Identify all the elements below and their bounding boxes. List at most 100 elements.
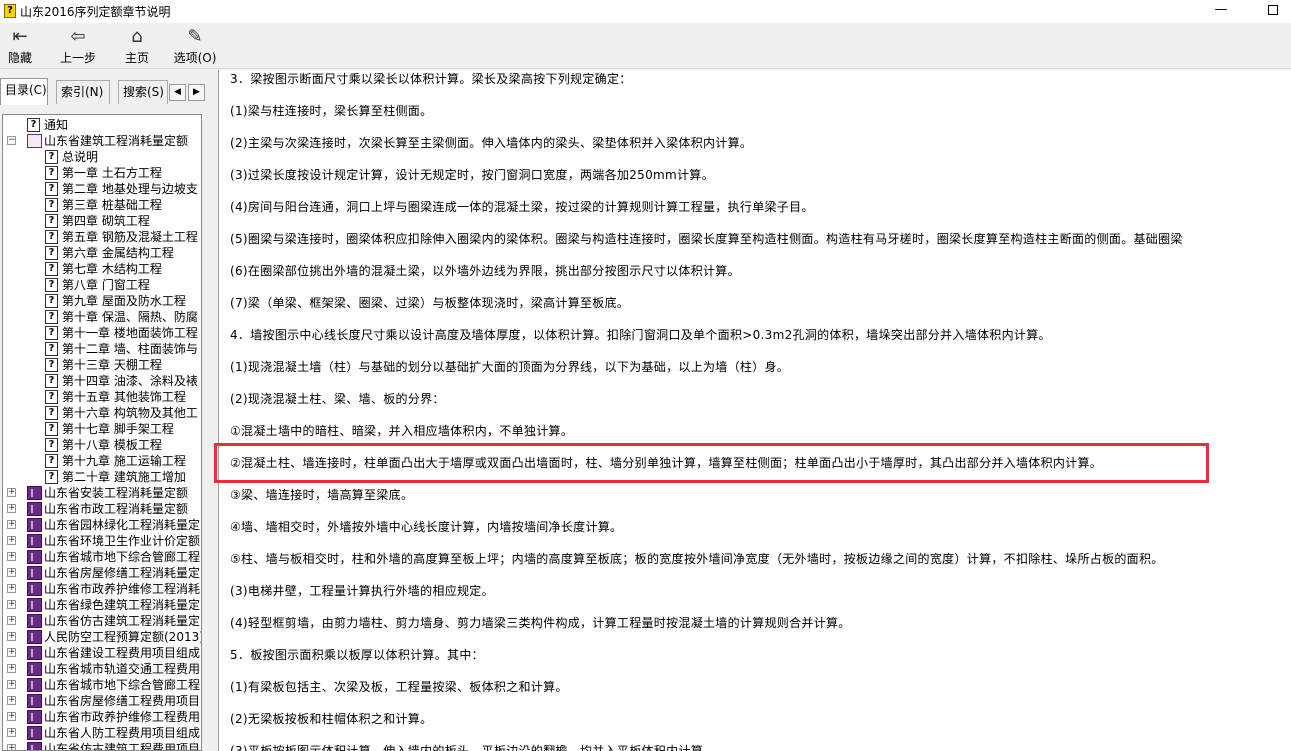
expand-icon[interactable]: +	[7, 488, 16, 497]
content-paragraph: (3)电梯井壁，工程量计算执行外墙的相应规定。	[230, 584, 494, 598]
expand-icon[interactable]: +	[7, 568, 16, 577]
window-title: 山东2016序列定额章节说明	[20, 5, 171, 19]
content-paragraph: (4)房间与阳台连通，洞口上坪与圈梁连成一体的混凝土梁，按过梁的计算规则计算工程…	[230, 200, 814, 214]
tree-item-label: 第十八章 模板工程	[62, 438, 162, 452]
tab-contents[interactable]: 目录(C)	[0, 78, 48, 105]
nav-tabs: 目录(C) 索引(N) 搜索(S) ◀ ▶	[0, 78, 214, 105]
book-icon	[27, 486, 42, 500]
tree-item-label: 第二十章 建筑施工增加	[62, 470, 186, 484]
tab-scroll-right-button[interactable]: ▶	[188, 84, 205, 101]
tab-search[interactable]: 搜索(S)	[118, 80, 168, 104]
expand-icon[interactable]: +	[7, 504, 16, 513]
help-page-icon: ?	[45, 342, 58, 356]
content-paragraph: (3)平板按板图示体积计算。伸入墙内的板头、平板边沿的翻檐，均并入平板体积内计算…	[230, 744, 716, 751]
tree-item-label: 山东省市政养护维修工程消耗	[44, 582, 201, 596]
tree-item-label: 人民防空工程预算定额(2013)	[44, 630, 202, 644]
help-page-icon: ?	[45, 470, 58, 484]
back-button[interactable]: ⇦ 上一步	[56, 25, 100, 67]
tree-item-label: 第十四章 油漆、涂料及裱	[62, 374, 198, 388]
help-page-icon: ?	[45, 166, 58, 180]
book-icon	[27, 598, 42, 612]
expand-icon[interactable]: +	[7, 648, 16, 657]
help-app-icon: ?	[4, 4, 16, 18]
maximize-icon	[1268, 5, 1278, 15]
open-book-icon	[27, 134, 42, 148]
tree-item-label: 第十一章 楼地面装饰工程	[62, 326, 198, 340]
help-page-icon: ?	[45, 438, 58, 452]
tab-scroll-left-button[interactable]: ◀	[169, 84, 186, 101]
tree-item-label: 山东省安装工程消耗量定额	[44, 486, 189, 500]
tree-item-label: 山东省城市地下综合管廊工程	[44, 678, 201, 692]
content-paragraph: 5．板按图示面积乘以板厚以体积计算。其中：	[230, 648, 484, 662]
expand-icon[interactable]: +	[7, 616, 16, 625]
content-paragraph: 3．梁按图示断面尺寸乘以梁长以体积计算。梁长及梁高按下列规定确定：	[230, 72, 632, 86]
help-page-icon: ?	[45, 262, 58, 276]
expand-icon[interactable]: +	[7, 744, 16, 750]
expand-icon[interactable]: +	[7, 552, 16, 561]
back-label: 上一步	[59, 51, 96, 65]
tree-item-label: 山东省环境卫生作业计价定额	[44, 534, 201, 548]
content-paragraph: (2)主梁与次梁连接时，次梁长算至主梁侧面。伸入墙体内的梁头、梁垫体积并入梁体积…	[230, 136, 753, 150]
hide-button[interactable]: ⇤ 隐藏	[2, 25, 38, 67]
hide-icon: ⇤	[12, 26, 28, 47]
content-paragraph: (1)梁与柱连接时，梁长算至柱侧面。	[230, 104, 433, 118]
content-paragraph: (4)轻型框剪墙，由剪力墙柱、剪力墙身、剪力墙梁三类构件构成，计算工程量时按混凝…	[230, 616, 851, 630]
options-button[interactable]: ✎ 选项(O)	[172, 25, 218, 67]
content-paragraph: (5)圈梁与梁连接时，圈梁体积应扣除伸入圈梁内的梁体积。圈梁与构造柱连接时，圈梁…	[230, 232, 1183, 246]
options-icon: ✎	[187, 26, 203, 47]
navigation-pane: 目录(C) 索引(N) 搜索(S) ◀ ▶ ? 通知 − 山东省建筑工程消耗量定额? 总…	[0, 70, 214, 751]
tree-item-label: 第八章 门窗工程	[62, 278, 150, 292]
book-icon	[27, 694, 42, 708]
expand-icon[interactable]: +	[7, 728, 16, 737]
book-icon	[27, 502, 42, 516]
expand-icon[interactable]: +	[7, 680, 16, 689]
help-page-icon: ?	[45, 454, 58, 468]
book-icon	[27, 726, 42, 740]
book-icon	[27, 710, 42, 724]
tree-item-label: 山东省房屋修缮工程消耗量定	[44, 566, 201, 580]
home-button[interactable]: ⌂ 主页	[118, 25, 156, 67]
tree-item-label: 第十五章 其他装饰工程	[62, 390, 186, 404]
collapse-icon[interactable]: −	[7, 136, 16, 145]
topic-content: 3．梁按图示断面尺寸乘以梁长以体积计算。梁长及梁高按下列规定确定： (1)梁与柱连…	[218, 70, 1291, 751]
tree-item-label: 山东省仿古建筑工程费用项目	[44, 742, 201, 751]
help-page-icon: ?	[45, 374, 58, 388]
expand-icon[interactable]: +	[7, 536, 16, 545]
help-page-icon: ?	[45, 326, 58, 340]
expand-icon[interactable]: +	[7, 696, 16, 705]
tree-item-label: 第五章 钢筋及混凝土工程	[62, 230, 198, 244]
help-page-icon: ?	[45, 422, 58, 436]
tree-item-label: 第十九章 施工运输工程	[62, 454, 186, 468]
tab-index[interactable]: 索引(N)	[56, 80, 110, 104]
content-paragraph: (2)现浇混凝土柱、梁、墙、板的分界：	[230, 392, 445, 406]
content-paragraph: ③梁、墙连接时，墙高算至梁底。	[230, 488, 414, 502]
tree-item-label: 第三章 桩基础工程	[62, 198, 162, 212]
maximize-button[interactable]	[1250, 0, 1291, 22]
book-icon	[27, 518, 42, 532]
expand-icon[interactable]: +	[7, 520, 16, 529]
home-label: 主页	[124, 51, 149, 65]
expand-icon[interactable]: +	[7, 712, 16, 721]
content-paragraph: ④墙、墙相交时，外墙按外墙中心线长度计算，内墙按墙间净长度计算。	[230, 520, 623, 534]
help-page-icon: ?	[45, 230, 58, 244]
expand-icon[interactable]: +	[7, 584, 16, 593]
minimize-button[interactable]: —	[1198, 0, 1244, 22]
tree-item-label: 第七章 木结构工程	[62, 262, 162, 276]
tree-item-label: 第十章 保温、隔热、防腐	[62, 310, 198, 324]
content-paragraph: (7)梁（单梁、框架梁、圈梁、过梁）与板整体现浇时，梁高计算至板底。	[230, 296, 630, 310]
help-page-icon: ?	[45, 214, 58, 228]
tree-item-label: 第一章 土石方工程	[62, 166, 162, 180]
tree-item-label: 山东省绿色建筑工程消耗量定	[44, 598, 201, 612]
expand-icon[interactable]: +	[7, 664, 16, 673]
toolbar: ⇤ 隐藏 ⇦ 上一步 ⌂ 主页 ✎ 选项(O)	[0, 23, 1291, 69]
tree-item-label: 山东省建筑工程消耗量定额	[44, 134, 189, 148]
contents-tree: ? 通知 − 山东省建筑工程消耗量定额? 总说明? 第一章 土石方工程? 第二章 地基处理与…	[2, 114, 202, 751]
book-icon	[27, 566, 42, 580]
tree-item-label: 山东省人防工程费用项目组成	[44, 726, 201, 740]
options-label: 选项(O)	[173, 51, 217, 65]
book-icon	[27, 534, 42, 548]
expand-icon[interactable]: +	[7, 600, 16, 609]
expand-icon[interactable]: +	[7, 632, 16, 641]
tree-item-label: 通知	[44, 118, 69, 132]
help-page-icon: ?	[45, 294, 58, 308]
